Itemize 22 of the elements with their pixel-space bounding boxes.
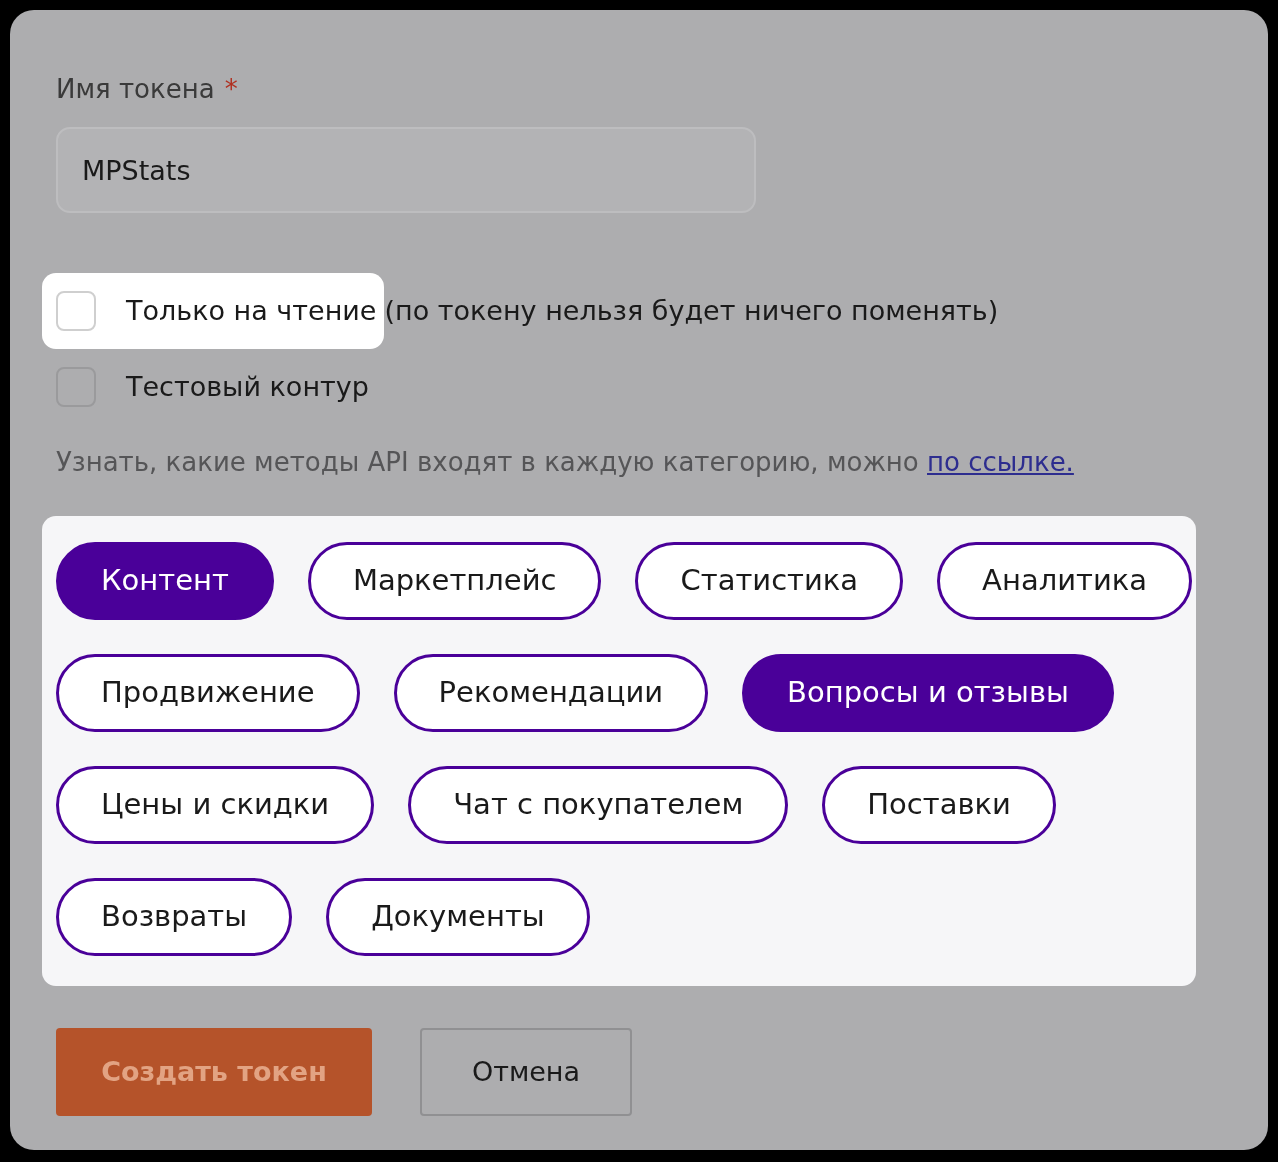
category-chip[interactable]: Возвраты bbox=[56, 878, 293, 956]
field-label: Имя токена bbox=[56, 73, 215, 106]
hint-link[interactable]: по ссылке. bbox=[927, 447, 1074, 477]
checkbox-label[interactable]: Тестовый контур bbox=[126, 366, 369, 408]
hint-text: Узнать, какие методы API входят в каждую категорию, можно по ссылке. bbox=[55, 446, 1075, 479]
category-chip[interactable]: Аналитика bbox=[937, 542, 1193, 620]
checkbox-note: (по токену нельзя будет ничего поменять) bbox=[384, 293, 999, 328]
checkbox[interactable] bbox=[56, 291, 96, 331]
cancel-button[interactable]: Отмена bbox=[420, 1028, 632, 1116]
category-chip[interactable]: Поставки bbox=[822, 766, 1056, 844]
required-mark: * bbox=[224, 73, 238, 106]
category-chip[interactable]: Контент bbox=[56, 542, 274, 620]
category-chip[interactable]: Продвижение bbox=[56, 654, 360, 732]
category-chip[interactable]: Вопросы и отзывы bbox=[742, 654, 1114, 732]
checkbox-label[interactable]: Только на чтение bbox=[126, 290, 377, 332]
category-chip[interactable]: Документы bbox=[326, 878, 590, 956]
category-chip[interactable]: Статистика bbox=[635, 542, 904, 620]
category-chip[interactable]: Чат с покупателем bbox=[408, 766, 789, 844]
category-chip[interactable]: Маркетплейс bbox=[307, 542, 602, 620]
token-name-field[interactable]: MPStats bbox=[56, 127, 756, 213]
category-chip[interactable]: Рекомендации bbox=[393, 654, 709, 732]
category-chip[interactable]: Цены и скидки bbox=[56, 766, 375, 844]
